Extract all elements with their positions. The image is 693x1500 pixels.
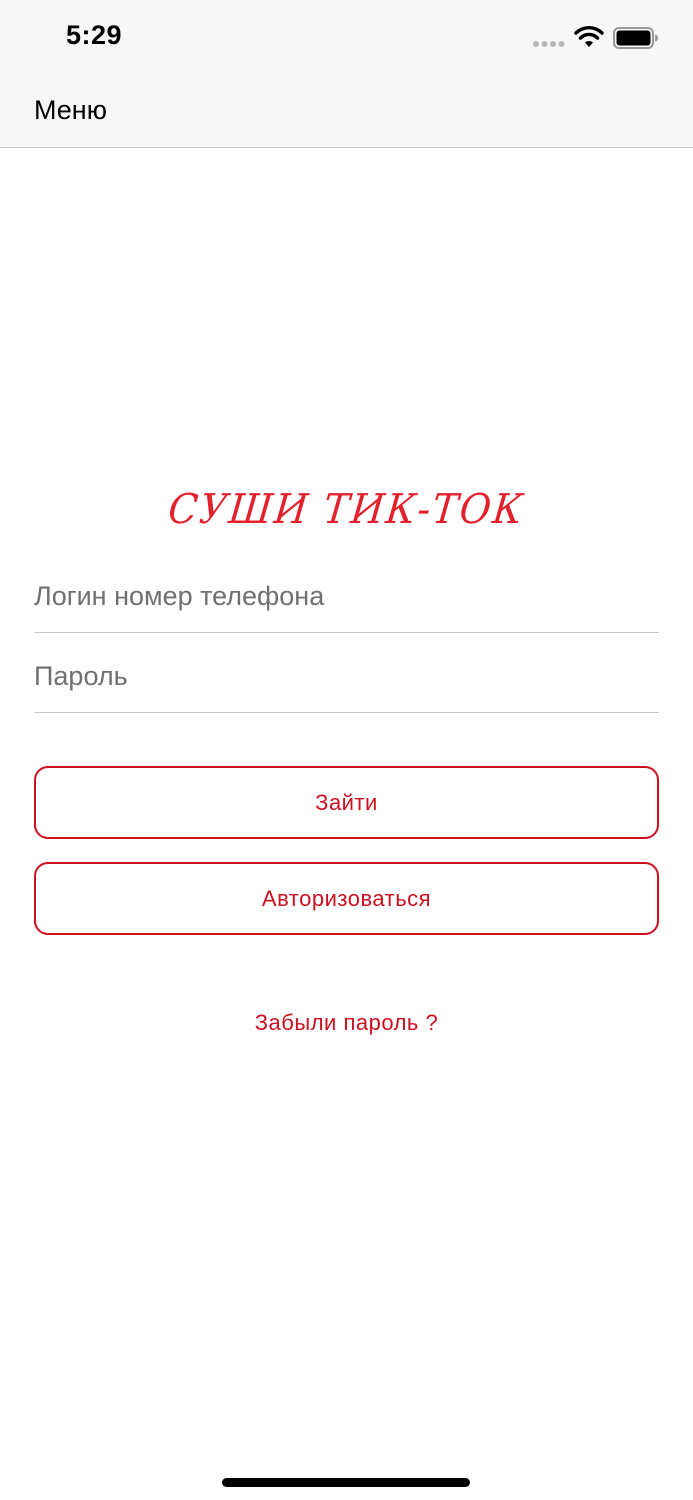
- login-button[interactable]: Зайти: [34, 766, 659, 839]
- password-field[interactable]: [34, 632, 659, 713]
- menu-button[interactable]: Меню: [34, 95, 107, 126]
- authorize-button[interactable]: Авторизоваться: [34, 862, 659, 935]
- login-field[interactable]: [34, 552, 659, 633]
- cellular-signal-icon: [533, 41, 565, 47]
- home-indicator[interactable]: [222, 1478, 470, 1487]
- status-time: 5:29: [66, 20, 123, 50]
- login-input[interactable]: [34, 581, 659, 612]
- navigation-bar: Меню: [0, 76, 693, 148]
- forgot-password-link[interactable]: Забыли пароль ?: [0, 1010, 693, 1036]
- status-bar: 5:29: [0, 0, 693, 76]
- wifi-icon: [574, 26, 604, 47]
- app-logo: СУШИ ТИК-ТОК: [166, 485, 527, 533]
- battery-icon: [613, 27, 658, 49]
- password-input[interactable]: [34, 661, 659, 692]
